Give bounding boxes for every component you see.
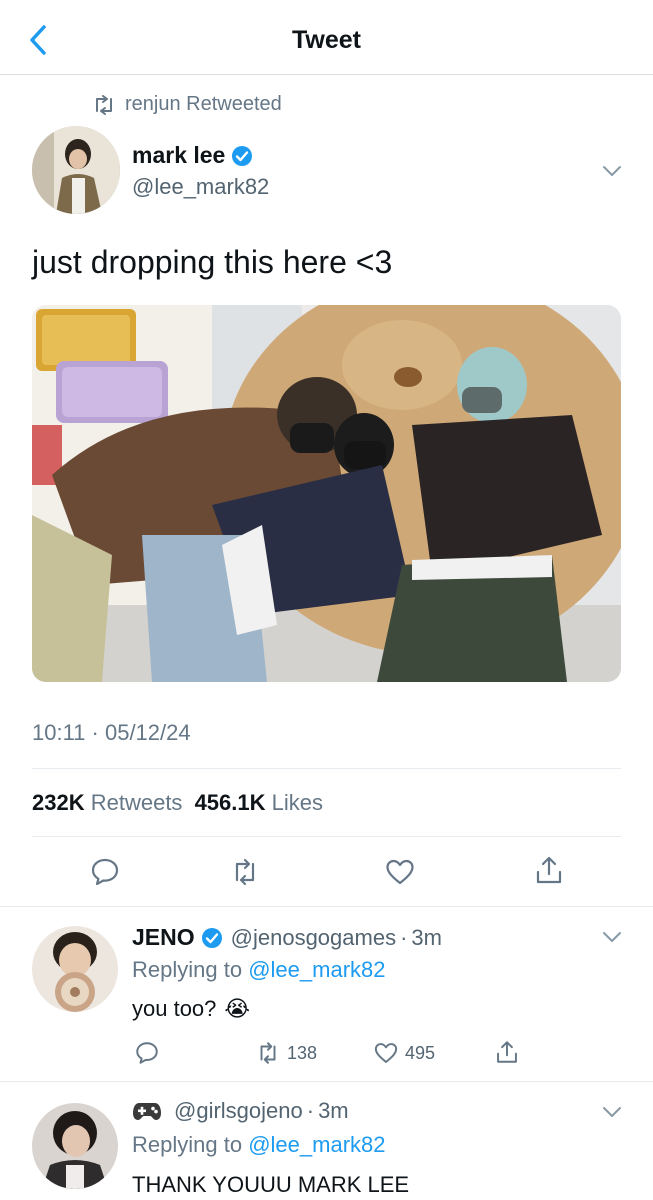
separator-dot: · [306, 1098, 315, 1123]
divider [32, 768, 621, 769]
reply-author-handle: @jenosgogames [230, 924, 397, 950]
chevron-down-icon[interactable] [602, 930, 622, 944]
tweet-timestamp: 10:11 · 05/12/24 [32, 720, 191, 745]
avatar[interactable] [32, 126, 120, 214]
author-name: mark lee [132, 142, 226, 168]
replying-to: Replying to @lee_mark82 [132, 1132, 386, 1158]
author-handle[interactable]: @lee_mark82 [132, 174, 269, 200]
retweet-icon[interactable] [229, 856, 261, 888]
heart-icon [374, 1043, 398, 1063]
avatar-photo [32, 926, 118, 1012]
retweet-count: 138 [287, 1042, 318, 1063]
reply-time: 3m [318, 1098, 349, 1123]
reply-action[interactable] [134, 1040, 160, 1066]
like-action[interactable]: 495 [373, 1040, 435, 1066]
retweet-action[interactable]: 138 [255, 1040, 317, 1066]
like-count: 495 [405, 1042, 436, 1063]
share-icon [497, 1041, 517, 1063]
verified-badge-icon [232, 145, 253, 166]
reply-author-name: JENO [132, 924, 195, 950]
share-action[interactable] [494, 1039, 520, 1065]
crying-emoji: 😭 [224, 996, 251, 1021]
replying-to-prefix: Replying to [132, 957, 243, 982]
avatar[interactable] [32, 926, 118, 1012]
chevron-down-icon[interactable] [602, 1105, 622, 1119]
engagement-stats: 232K Retweets 456.1K Likes [32, 790, 323, 816]
divider [32, 836, 621, 837]
reply-text: you too? [132, 996, 217, 1021]
replying-to-link[interactable]: @lee_mark82 [248, 957, 385, 982]
reply-icon [136, 1042, 158, 1064]
avatar[interactable] [32, 1103, 118, 1189]
likes-count: 456.1K [194, 790, 266, 815]
reply-icon[interactable] [89, 856, 121, 888]
photo-image [32, 305, 621, 682]
replying-to: Replying to @lee_mark82 [132, 957, 386, 983]
reply-header[interactable]: JENO @jenosgogames · 3m [132, 924, 442, 951]
tweet-photo[interactable] [32, 305, 621, 682]
retweet-context-label: renjun Retweeted [125, 93, 282, 115]
replying-to-link[interactable]: @lee_mark82 [248, 1132, 385, 1157]
share-icon[interactable] [533, 854, 565, 886]
chevron-down-icon[interactable] [602, 164, 622, 178]
reply-text: THANK YOUUU MARK LEE [132, 1172, 410, 1197]
game-controller-icon [133, 1103, 161, 1120]
likes-label: Likes [271, 790, 323, 815]
reply-text-row: THANK YOUUU MARK LEE [132, 1172, 409, 1198]
heart-icon[interactable] [384, 856, 416, 888]
retweets-stat[interactable]: 232K Retweets [32, 790, 182, 815]
reply-author-handle: @girlsgojeno [174, 1098, 303, 1123]
retweet-icon [96, 94, 112, 115]
divider [0, 906, 653, 907]
retweet-context[interactable]: renjun Retweeted [92, 93, 282, 116]
tweet-text: just dropping this here <3 [32, 244, 393, 280]
avatar-photo [32, 1103, 118, 1189]
replying-to-prefix: Replying to [132, 1132, 243, 1157]
author-name-row[interactable]: mark lee [132, 142, 253, 169]
retweets-label: Retweets [90, 790, 183, 815]
reply-text-row: you too? 😭 [132, 996, 250, 1022]
retweets-count: 232K [32, 790, 85, 815]
page-title: Tweet [292, 26, 361, 54]
retweet-icon [260, 1042, 276, 1064]
top-bar: Tweet [0, 0, 653, 75]
reply-time: 3m [411, 924, 442, 950]
verified-badge-icon [201, 927, 222, 948]
likes-stat[interactable]: 456.1K Likes [195, 790, 323, 815]
reply-header[interactable]: @girlsgojeno · 3m [132, 1098, 349, 1124]
divider [0, 1081, 653, 1082]
separator-dot: · [400, 924, 408, 950]
avatar-photo [32, 126, 120, 214]
